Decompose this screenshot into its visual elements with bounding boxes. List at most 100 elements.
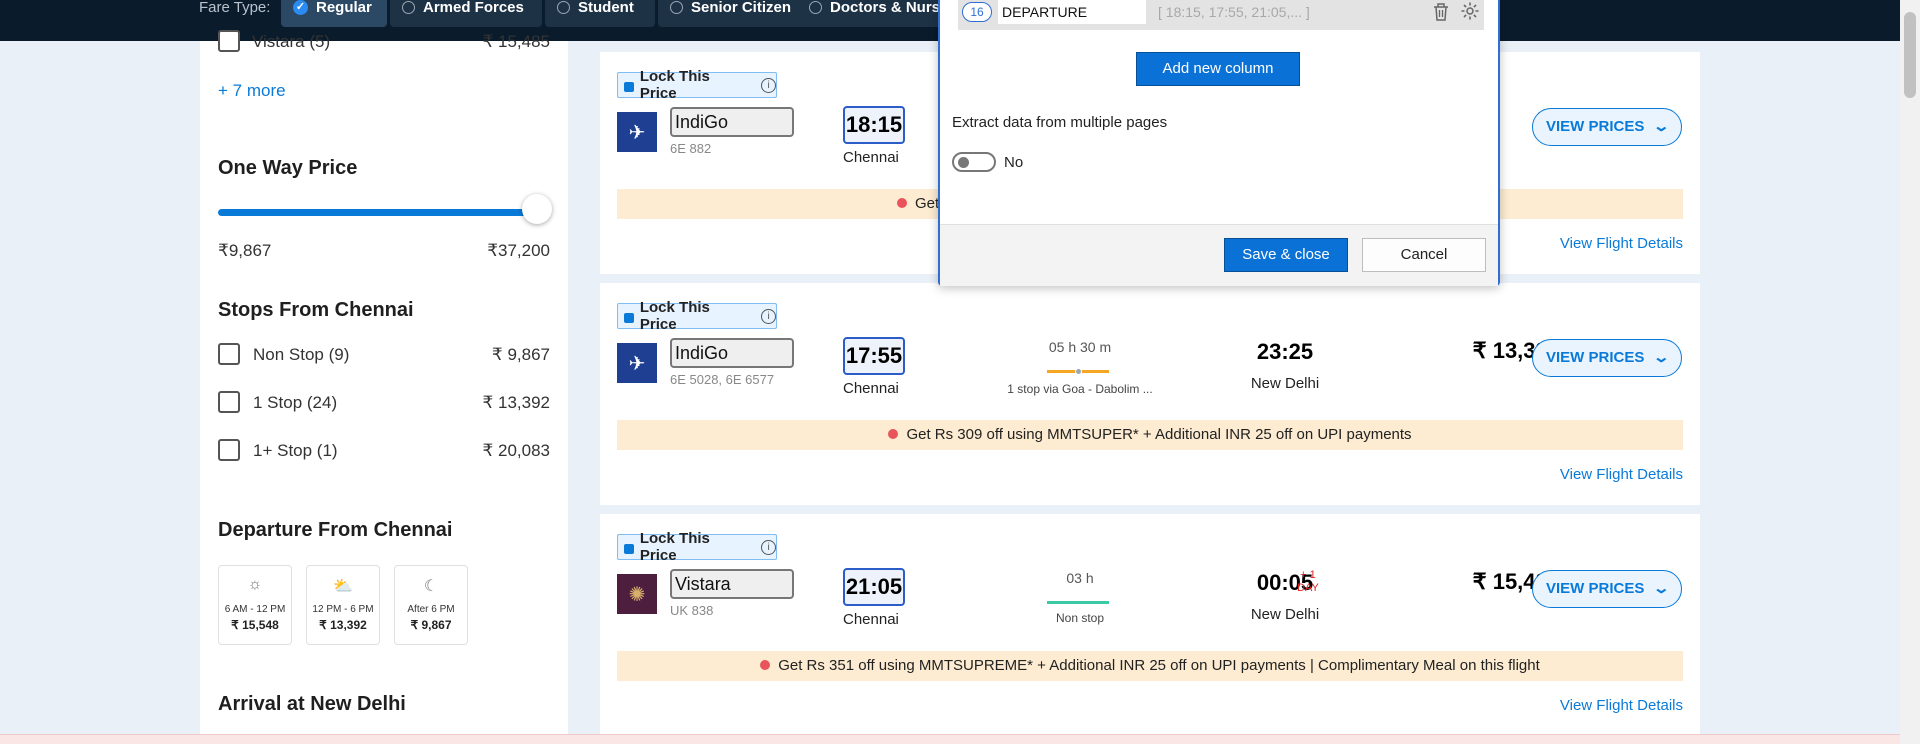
lock-price-label: Lock This Price (639, 299, 710, 333)
departure-title: Departure From Chennai (218, 519, 453, 541)
departure-city: Chennai (843, 380, 899, 397)
stop-checkbox-1-plus-stop[interactable] (218, 439, 240, 461)
column-editor-dialog: 16 DEPARTURE [ 18:15, 17:55, 21:05,... ]… (938, 0, 1500, 286)
save-and-close-button[interactable]: Save & close (1224, 238, 1348, 272)
airline-checkbox-vistara[interactable] (218, 30, 240, 52)
flight-card: Lock This Price i ✈ IndiGo 6E 5028, 6E 6… (600, 283, 1700, 505)
price-slider-track[interactable] (218, 209, 534, 216)
bottom-banner-edge (0, 734, 1900, 744)
sunset-icon: ⛅ (333, 578, 353, 595)
stop-info: Non stop (1055, 611, 1105, 625)
departure-slot-afternoon[interactable]: ⛅ 12 PM - 6 PM ₹ 13,392 (306, 565, 380, 645)
arrival-city: New Delhi (1250, 606, 1320, 623)
flight-duration: 05 h 30 m (1048, 339, 1112, 355)
fare-tab-armed-forces[interactable]: Armed Forces (390, 0, 542, 27)
extract-multiple-pages-toggle[interactable] (952, 152, 996, 172)
stop-price: ₹ 13,392 (482, 393, 550, 412)
view-prices-button[interactable]: VIEW PRICES ⌄ (1532, 108, 1682, 146)
stop-label: 1+ Stop (1) (253, 441, 338, 460)
offer-text: Get Rs 351 off using MMTSUPREME* + Addit… (778, 657, 1540, 674)
chevron-down-icon: ⌄ (1652, 580, 1670, 597)
radio-icon (557, 1, 570, 14)
info-icon[interactable]: i (761, 539, 776, 555)
departure-slot-evening[interactable]: ☾ After 6 PM ₹ 9,867 (394, 565, 468, 645)
extract-multiple-pages-label: Extract data from multiple pages (952, 114, 1168, 131)
view-prices-label: VIEW PRICES (1546, 349, 1645, 366)
departure-city: Chennai (843, 611, 899, 628)
one-stop-line (1047, 368, 1109, 375)
flight-number: 6E 5028, 6E 6577 (670, 372, 775, 387)
arrival-time: 00:05 (1256, 570, 1314, 595)
fare-tab-regular[interactable]: ✓ Regular (281, 0, 387, 27)
more-airlines-link[interactable]: + 7 more (218, 81, 286, 101)
fare-tab-label: Senior Citizen (691, 0, 792, 16)
fare-tab-student[interactable]: Student (545, 0, 655, 27)
price-slider-handle[interactable] (522, 194, 552, 224)
filters-sidebar: Vistara (5) ₹ 15,485 + 7 more One Way Pr… (200, 30, 568, 744)
departure-city: Chennai (843, 149, 899, 166)
fare-tab-label: Armed Forces (423, 0, 524, 16)
departure-time: 21:05 (843, 568, 905, 606)
fare-type-label: Fare Type: (199, 0, 271, 16)
offer-dot-icon (897, 198, 907, 208)
flight-number: UK 838 (670, 603, 714, 618)
stop-label: 1 Stop (24) (253, 393, 338, 412)
lock-price-badge[interactable]: Lock This Price i (617, 530, 777, 564)
slot-price: ₹ 13,392 (319, 618, 367, 632)
indigo-logo: ✈ (617, 112, 657, 152)
nonstop-line (1047, 601, 1109, 604)
offer-banner: Get Rs 351 off using MMTSUPREME* + Addit… (617, 651, 1683, 681)
arrival-title: Arrival at New Delhi (218, 693, 406, 715)
slot-label: 12 PM - 6 PM (312, 604, 374, 615)
fare-tab-doctors-nurses[interactable]: Doctors & Nurses (797, 0, 947, 27)
stop-info: 1 stop via Goa - Dabolim ... (1007, 382, 1153, 396)
view-prices-button[interactable]: VIEW PRICES ⌄ (1532, 339, 1682, 377)
cancel-button[interactable]: Cancel (1362, 238, 1486, 272)
view-prices-button[interactable]: VIEW PRICES ⌄ (1532, 570, 1682, 608)
vistara-logo: ✺ (617, 574, 657, 614)
lock-icon (624, 313, 634, 323)
column-row: 16 DEPARTURE [ 18:15, 17:55, 21:05,... ] (958, 0, 1484, 30)
arrival-city: New Delhi (1250, 375, 1320, 392)
radio-icon (809, 1, 822, 14)
dialog-footer: Save & close Cancel (940, 224, 1498, 286)
toggle-state-label: No (1004, 154, 1024, 171)
flight-duration: 03 h (1066, 570, 1094, 586)
one-way-price-title: One Way Price (218, 157, 358, 179)
stop-price: ₹ 9,867 (491, 345, 550, 364)
gear-icon[interactable] (1460, 1, 1480, 21)
stop-checkbox-1-stop[interactable] (218, 391, 240, 413)
scrollbar-thumb[interactable] (1904, 12, 1916, 98)
plus-day-badge: + 1 DAY (1297, 569, 1319, 595)
fare-tab-label: Regular (316, 0, 372, 16)
lock-icon (624, 82, 634, 92)
plus-day-label: DAY (1297, 582, 1319, 594)
indigo-logo: ✈ (617, 343, 657, 383)
toggle-knob (958, 157, 969, 168)
trash-icon[interactable] (1432, 2, 1450, 22)
arrival-time: 23:25 (1256, 339, 1314, 364)
lock-price-badge[interactable]: Lock This Price i (617, 299, 777, 333)
view-flight-details-link[interactable]: View Flight Details (1560, 235, 1683, 252)
fare-tab-label: Student (578, 0, 634, 16)
info-icon[interactable]: i (761, 77, 776, 93)
slot-price: ₹ 9,867 (410, 618, 452, 632)
stop-checkbox-nonstop[interactable] (218, 343, 240, 365)
page-scrollbar[interactable] (1900, 0, 1920, 744)
column-name-input[interactable]: DEPARTURE (998, 0, 1146, 24)
view-prices-label: VIEW PRICES (1546, 118, 1645, 135)
airline-name: IndiGo (670, 338, 794, 368)
fare-tab-senior-citizen[interactable]: Senior Citizen (658, 0, 805, 27)
lock-price-label: Lock This Price (639, 530, 710, 564)
view-flight-details-link[interactable]: View Flight Details (1560, 466, 1683, 483)
offer-dot-icon (760, 660, 771, 670)
flight-card: Lock This Price i ✺ Vistara UK 838 21:05… (600, 514, 1700, 736)
view-flight-details-link[interactable]: View Flight Details (1560, 697, 1683, 714)
offer-dot-icon (888, 429, 899, 439)
info-icon[interactable]: i (761, 308, 776, 324)
departure-slot-morning[interactable]: ☼ 6 AM - 12 PM ₹ 15,548 (218, 565, 292, 645)
lock-price-badge[interactable]: Lock This Price i (617, 68, 777, 102)
column-number: 16 (962, 2, 992, 22)
column-preview: [ 18:15, 17:55, 21:05,... ] (1158, 4, 1310, 20)
add-new-column-button[interactable]: Add new column (1136, 52, 1300, 86)
